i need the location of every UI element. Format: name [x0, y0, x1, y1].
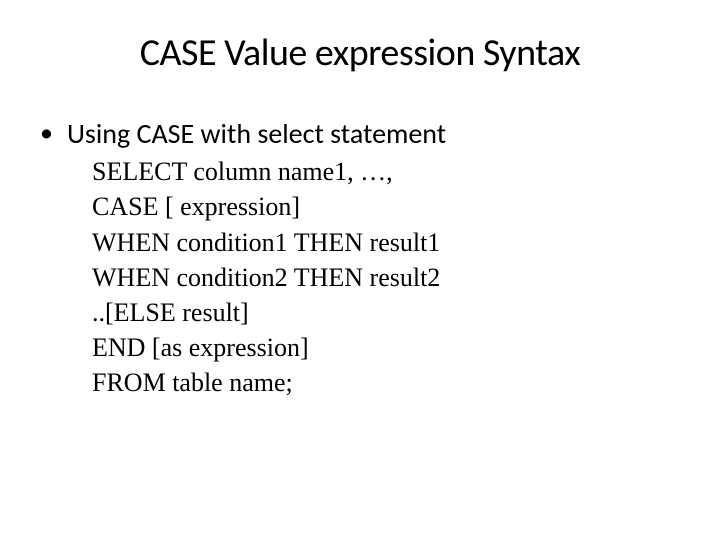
code-line-6: END [as expression] — [92, 330, 670, 365]
code-line-7: FROM table name; — [92, 365, 670, 400]
code-line-4: WHEN condition2 THEN result2 — [92, 260, 670, 295]
bullet-text: Using CASE with select statement — [67, 116, 446, 152]
code-line-1: SELECT column name1, …, — [92, 154, 670, 189]
code-block: SELECT column name1, …, CASE [ expressio… — [92, 154, 670, 400]
code-line-2: CASE [ expression] — [92, 189, 670, 224]
code-line-3: WHEN condition1 THEN result1 — [92, 225, 670, 260]
slide-title: CASE Value expression Syntax — [50, 30, 670, 76]
bullet-item: • Using CASE with select statement — [40, 116, 670, 152]
code-line-5: ..[ELSE result] — [92, 295, 670, 330]
slide-container: CASE Value expression Syntax • Using CAS… — [0, 0, 720, 420]
bullet-marker: • — [40, 116, 53, 150]
